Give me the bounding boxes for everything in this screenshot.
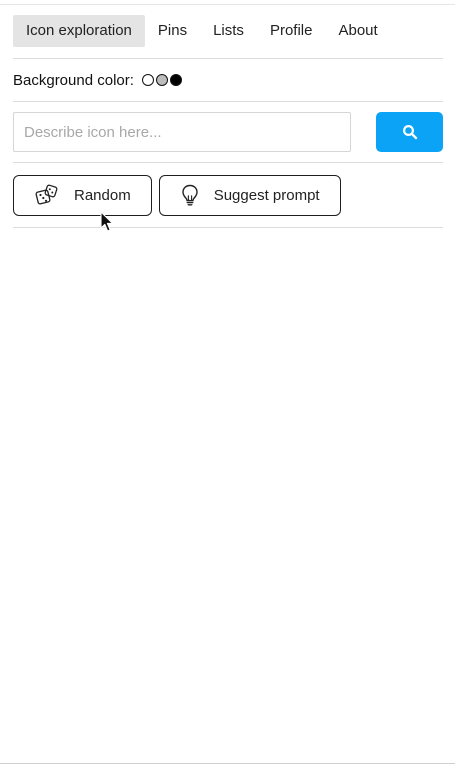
random-button[interactable]: Random [13,174,152,216]
search-icon [402,124,418,140]
nav-item-profile[interactable]: Profile [257,15,326,47]
main-nav: Icon exploration Pins Lists Profile Abou… [13,15,443,47]
random-button-label: Random [74,186,131,204]
background-color-row: Background color: [13,59,443,101]
search-button[interactable] [376,112,443,152]
top-border [0,4,455,5]
lightbulb-icon [180,183,200,207]
divider [13,227,443,228]
suggest-prompt-label: Suggest prompt [213,186,320,204]
search-row [13,102,443,162]
bottom-border [0,763,455,764]
describe-icon-input[interactable] [13,112,352,152]
swatch-black[interactable] [169,74,182,86]
suggest-prompt-button[interactable]: Suggest prompt [158,174,341,216]
actions-row: Random Suggest prompt [13,163,443,227]
nav-item-lists[interactable]: Lists [200,15,257,47]
nav-item-icon-exploration[interactable]: Icon exploration [13,15,145,47]
swatch-white[interactable] [141,74,154,86]
nav-item-pins[interactable]: Pins [145,15,200,47]
swatch-gray[interactable] [155,74,168,86]
nav-item-about[interactable]: About [325,15,390,47]
icon-exploration-page: Icon exploration Pins Lists Profile Abou… [13,15,443,228]
dice-icon [34,183,60,207]
background-color-label: Background color: [13,71,134,89]
